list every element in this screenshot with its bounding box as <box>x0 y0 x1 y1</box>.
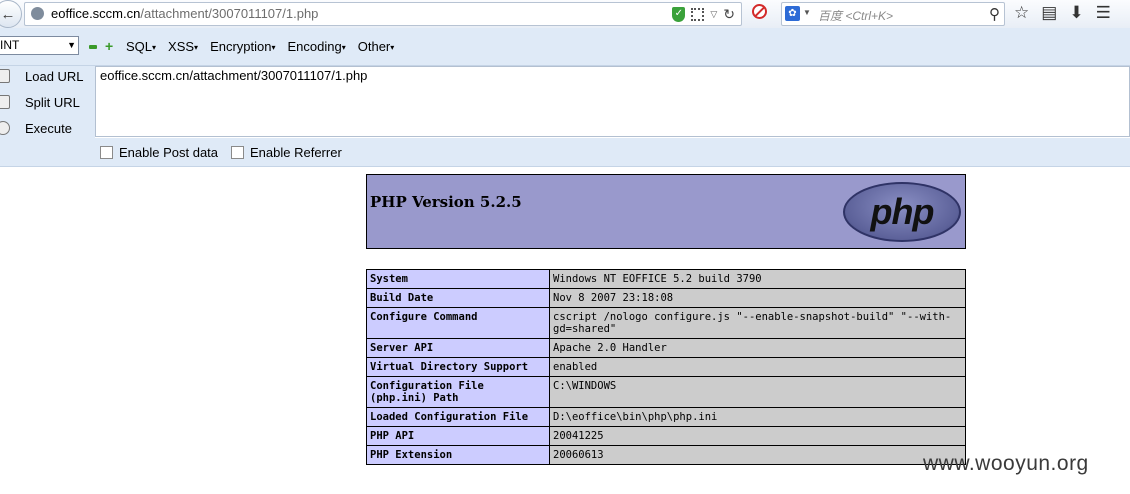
back-arrow-icon: ← <box>0 5 16 23</box>
reading-list-icon[interactable]: ▤ <box>1041 3 1057 23</box>
row-value: C:\WINDOWS <box>549 376 966 408</box>
address-text: eoffice.sccm.cn/attachment/3007011107/1.… <box>51 6 319 21</box>
row-key: Build Date <box>366 288 550 308</box>
menu-icon[interactable]: ☰ <box>1096 3 1111 23</box>
search-bar[interactable]: ✿ ▼ 百度 <Ctrl+K> ⚲ <box>781 2 1005 26</box>
search-input[interactable]: 百度 <Ctrl+K> <box>818 7 893 24</box>
plus-icon[interactable]: + <box>105 39 115 53</box>
menu-sql[interactable]: SQL▾ <box>126 39 156 54</box>
history-dropdown-icon[interactable]: ▽ <box>710 9 717 20</box>
menu-xss[interactable]: XSS▾ <box>168 39 198 54</box>
reload-icon[interactable]: ↻ <box>723 6 735 23</box>
phpinfo-header: PHP Version 5.2.5 php <box>366 174 966 249</box>
chevron-down-icon: ▼ <box>67 40 76 50</box>
row-value: enabled <box>549 357 966 377</box>
load-url-icon <box>0 69 10 83</box>
menu-encoding[interactable]: Encoding▾ <box>288 39 346 54</box>
table-row: Configuration File (php.ini) Path C:\WIND… <box>366 376 966 408</box>
referrer-checkbox[interactable] <box>231 146 244 159</box>
int-select[interactable]: INT ▼ <box>0 36 79 55</box>
row-key: PHP API <box>366 426 550 446</box>
row-value: D:\eoffice\bin\php\php.ini <box>549 407 966 427</box>
qr-code-icon[interactable] <box>691 8 705 21</box>
row-key: Loaded Configuration File <box>366 407 550 427</box>
minus-icon[interactable] <box>89 45 97 49</box>
table-row: Build Date Nov 8 2007 23:18:08 <box>366 288 966 308</box>
bookmark-star-icon[interactable]: ☆ <box>1014 3 1029 23</box>
search-icon[interactable]: ⚲ <box>989 5 1000 23</box>
table-row: Virtual Directory Support enabled <box>366 357 966 377</box>
back-button[interactable]: ← <box>0 0 22 28</box>
menu-other[interactable]: Other▾ <box>358 39 395 54</box>
row-key: Configuration File (php.ini) Path <box>366 376 550 408</box>
split-url-icon <box>0 95 10 109</box>
baidu-paw-icon[interactable]: ✿ <box>785 6 800 21</box>
hackbar-menu: INT ▼ + SQL▾ XSS▾ Encryption▾ Encoding▾ O… <box>0 28 1130 66</box>
row-value: Nov 8 2007 23:18:08 <box>549 288 966 308</box>
referrer-label: Enable Referrer <box>250 145 342 160</box>
adblock-icon[interactable] <box>752 4 767 19</box>
table-row: Configure Command cscript /nologo configu… <box>366 307 966 339</box>
row-value: 20060613 <box>549 445 966 465</box>
post-data-checkbox[interactable] <box>100 146 113 159</box>
row-key: Virtual Directory Support <box>366 357 550 377</box>
row-value: 20041225 <box>549 426 966 446</box>
shield-icon[interactable]: ✓ <box>672 7 686 22</box>
table-row: Loaded Configuration File D:\eoffice\bin\… <box>366 407 966 427</box>
phpinfo-table: System Windows NT EOFFICE 5.2 build 3790 B… <box>366 269 966 465</box>
row-value: Apache 2.0 Handler <box>549 338 966 358</box>
row-key: Configure Command <box>366 307 550 339</box>
table-row: System Windows NT EOFFICE 5.2 build 3790 <box>366 269 966 289</box>
php-logo[interactable]: php <box>843 182 961 242</box>
table-row: PHP API 20041225 <box>366 426 966 446</box>
engine-dropdown-icon[interactable]: ▼ <box>803 8 811 17</box>
phpinfo-page: PHP Version 5.2.5 php System Windows NT E… <box>366 174 966 465</box>
globe-icon <box>31 7 44 20</box>
execute-icon <box>0 121 10 135</box>
row-value: Windows NT EOFFICE 5.2 build 3790 <box>549 269 966 289</box>
hackbar-actions: Load URL Split URL Execute <box>0 66 95 138</box>
table-row: Server API Apache 2.0 Handler <box>366 338 966 358</box>
row-key: System <box>366 269 550 289</box>
table-row: PHP Extension 20060613 <box>366 445 966 465</box>
php-version-title: PHP Version 5.2.5 <box>370 193 522 211</box>
menu-encryption[interactable]: Encryption▾ <box>210 39 275 54</box>
hackbar-options: Enable Post data Enable Referrer <box>0 138 1130 167</box>
post-data-label: Enable Post data <box>119 145 219 160</box>
row-key: PHP Extension <box>366 445 550 465</box>
address-bar[interactable]: eoffice.sccm.cn/attachment/3007011107/1.… <box>24 2 742 26</box>
row-key: Server API <box>366 338 550 358</box>
browser-toolbar: ← eoffice.sccm.cn/attachment/3007011107/… <box>0 0 1130 29</box>
download-icon[interactable]: ⬇ <box>1069 3 1083 23</box>
row-value: cscript /nologo configure.js "--enable-s… <box>549 307 966 339</box>
url-textarea[interactable]: eoffice.sccm.cn/attachment/3007011107/1.… <box>95 66 1130 137</box>
watermark: www.wooyun.org <box>923 452 1089 475</box>
